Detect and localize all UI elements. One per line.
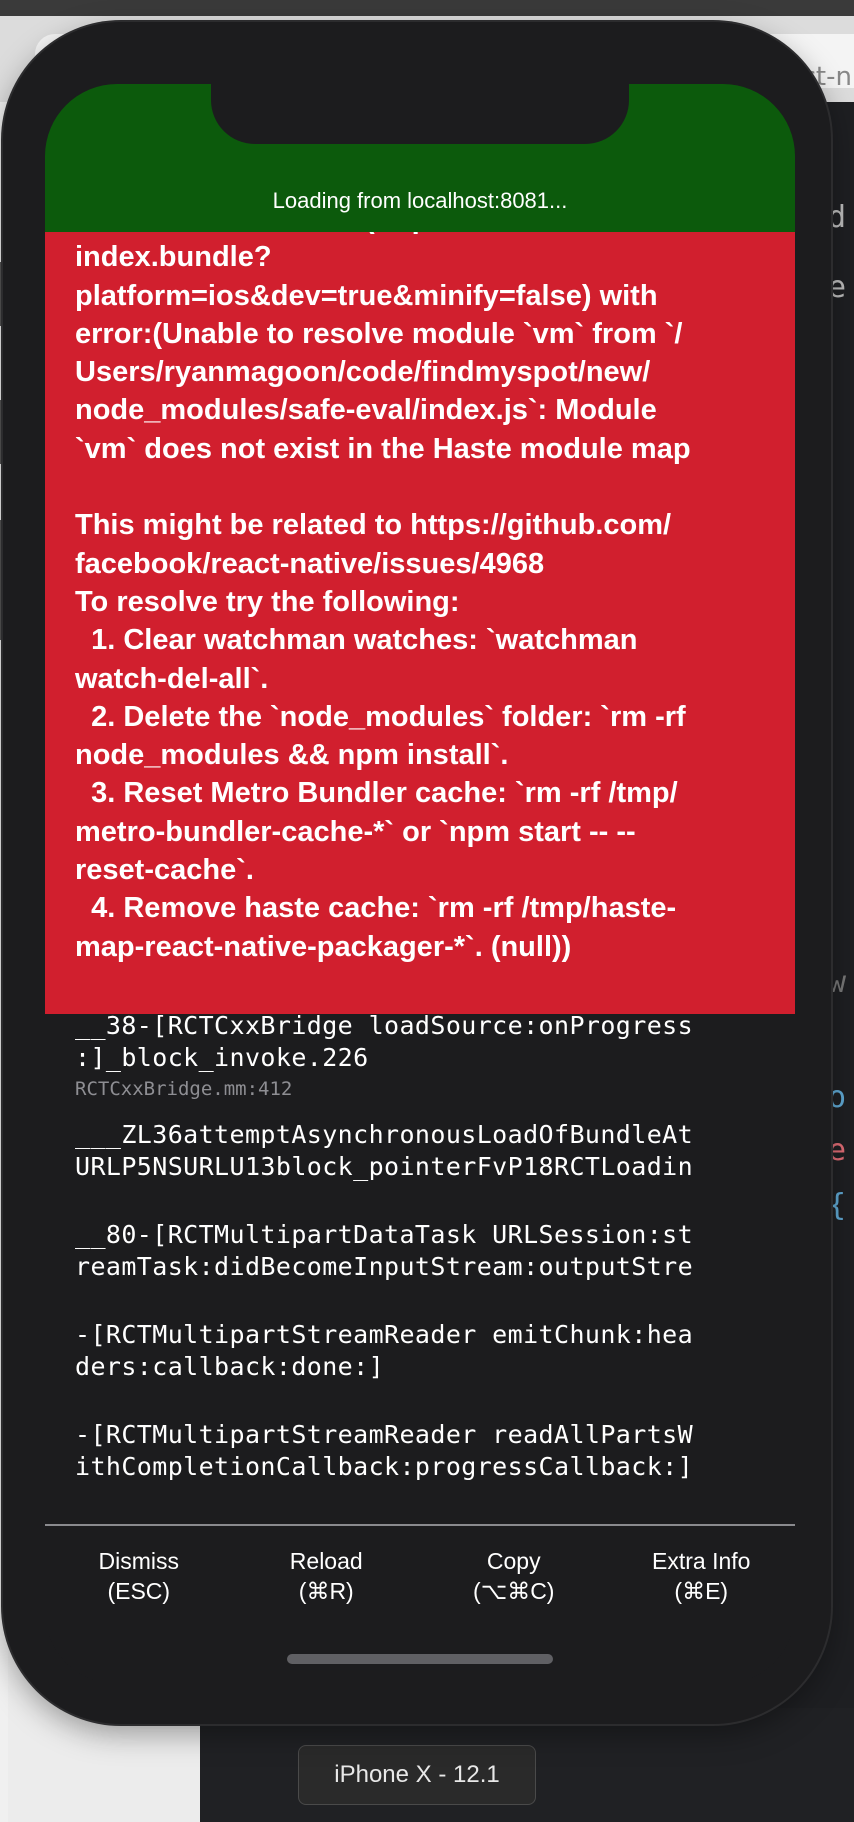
stack-frame[interactable]: -[RCTMultipartStreamReader readAllPartsW…: [75, 1419, 775, 1483]
simulator-screen: Loading from localhost:8081... Failed to…: [45, 84, 795, 1684]
device-selector-label[interactable]: iPhone X - 12.1: [298, 1745, 536, 1805]
dismiss-button-label: Dismiss: [98, 1548, 180, 1574]
reload-button-shortcut: (⌘R): [298, 1578, 354, 1604]
copy-button-shortcut: (⌥⌘C): [473, 1578, 555, 1604]
extra-info-button-label: Extra Info: [652, 1548, 751, 1574]
stack-frame-method: __80-[RCTMultipartDataTask URLSession:st…: [75, 1220, 694, 1281]
stack-frame[interactable]: -[RCTMultipartStreamReader emitChunk:hea…: [75, 1319, 775, 1383]
iphone-simulator-frame: Loading from localhost:8081... Failed to…: [3, 22, 831, 1724]
stack-frame-method: -[RCTMultipartStreamReader readAllPartsW…: [75, 1420, 694, 1481]
reload-button-label: Reload: [289, 1548, 363, 1574]
stack-frame[interactable]: __38-[RCTCxxBridge loadSource:onProgress…: [75, 1010, 775, 1100]
stack-frame-method: -[RCTMultipartStreamReader emitChunk:hea…: [75, 1320, 694, 1381]
redbox-button-row: Dismiss (ESC) Reload (⌘R) Copy (⌥⌘C) Ext…: [45, 1526, 795, 1626]
home-indicator[interactable]: [287, 1654, 553, 1664]
reload-button[interactable]: Reload (⌘R): [233, 1526, 421, 1626]
stack-frame-method: ___ZL36attemptAsynchronousLoadOfBundleAt…: [75, 1120, 694, 1181]
stack-frame-file: RCTCxxBridge.mm:412: [75, 1078, 293, 1100]
window-titlebar: [0, 0, 854, 16]
extra-info-button[interactable]: Extra Info (⌘E): [608, 1526, 796, 1626]
extra-info-button-shortcut: (⌘E): [674, 1578, 729, 1604]
stack-trace-list: __38-[RCTCxxBridge loadSource:onProgress…: [45, 1011, 795, 1524]
copy-button[interactable]: Copy (⌥⌘C): [420, 1526, 608, 1626]
error-redbox: Failed to load bundle(http://localhost:8…: [45, 232, 795, 1014]
stack-frame[interactable]: __80-[RCTMultipartDataTask URLSession:st…: [75, 1219, 775, 1283]
dismiss-button-shortcut: (ESC): [107, 1578, 171, 1604]
error-message: Failed to load bundle(http://localhost:8…: [75, 232, 691, 963]
stack-frame-method: __38-[RCTCxxBridge loadSource:onProgress…: [75, 1011, 694, 1072]
device-notch: [211, 84, 629, 144]
stack-frame[interactable]: ___ZL36attemptAsynchronousLoadOfBundleAt…: [75, 1119, 775, 1183]
dismiss-button[interactable]: Dismiss (ESC): [45, 1526, 233, 1626]
copy-button-label: Copy: [486, 1548, 541, 1574]
loading-banner-text: Loading from localhost:8081...: [272, 188, 568, 213]
